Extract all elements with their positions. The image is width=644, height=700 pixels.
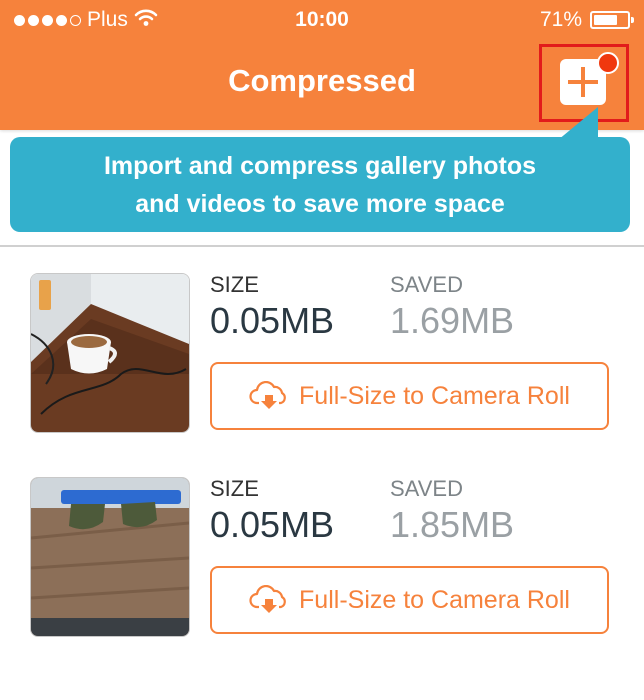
- import-tooltip[interactable]: Import and compress gallery photos and v…: [10, 137, 630, 232]
- tooltip-line-2: and videos to save more space: [135, 189, 505, 218]
- photo-thumbnail-sunglasses[interactable]: [30, 477, 190, 637]
- full-size-to-camera-roll-button[interactable]: Full-Size to Camera Roll: [210, 566, 609, 634]
- size-value: 0.05MB: [210, 504, 335, 545]
- saved-label: SAVED: [390, 476, 463, 501]
- cloud-download-icon: [249, 585, 289, 615]
- button-label: Full-Size to Camera Roll: [299, 585, 570, 614]
- size-value: 0.05MB: [210, 300, 335, 341]
- tooltip-arrow: [558, 107, 598, 140]
- full-size-to-camera-roll-button[interactable]: Full-Size to Camera Roll: [210, 362, 609, 430]
- section-divider: [0, 245, 644, 247]
- cloud-download-icon: [249, 381, 289, 411]
- size-label: SIZE: [210, 476, 259, 501]
- photo-thumbnail-coffee-cup[interactable]: [30, 273, 190, 433]
- size-label: SIZE: [210, 272, 259, 297]
- list-item: SIZE SAVED 0.05MB 1.85MB Full-Size to Ca…: [0, 476, 644, 652]
- list-item: SIZE SAVED 0.05MB 1.69MB Full-Size to Ca…: [0, 272, 644, 448]
- saved-value: 1.85MB: [390, 504, 515, 545]
- tooltip-line-1: Import and compress gallery photos: [103, 151, 537, 180]
- button-label: Full-Size to Camera Roll: [299, 381, 570, 410]
- saved-value: 1.69MB: [390, 300, 515, 341]
- saved-label: SAVED: [390, 272, 463, 297]
